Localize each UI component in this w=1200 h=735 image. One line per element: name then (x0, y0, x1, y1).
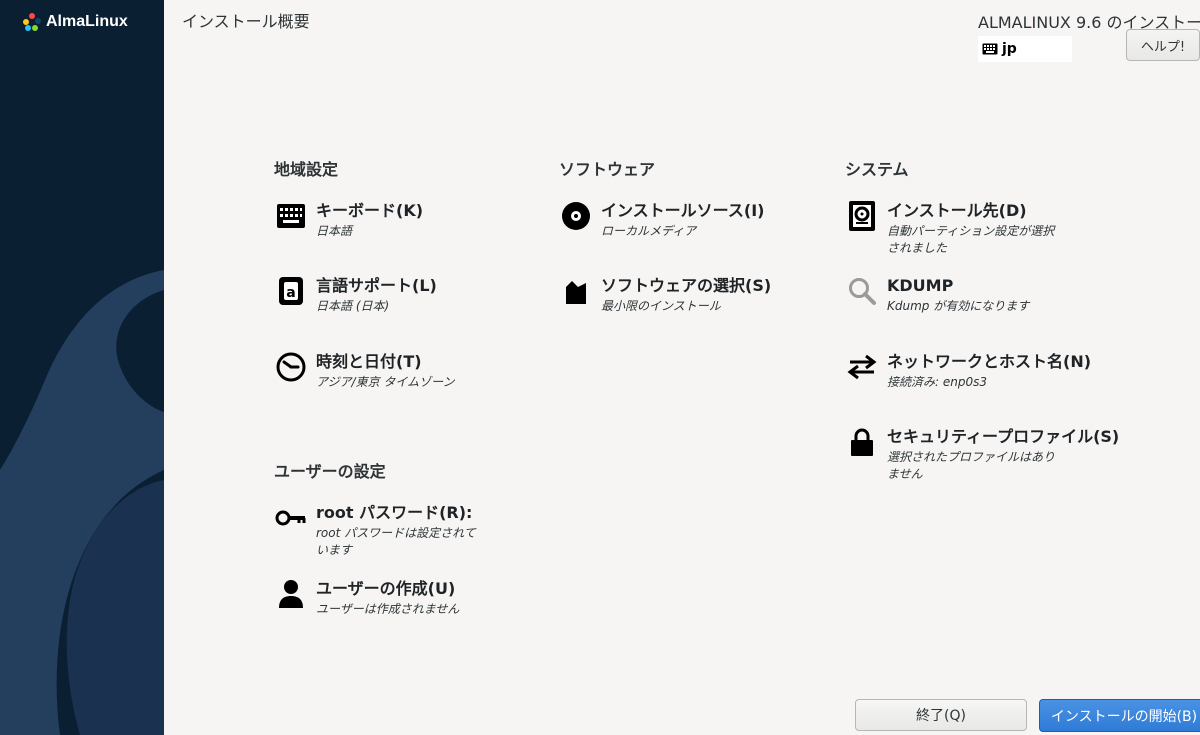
quit-button[interactable]: 終了(Q) (855, 699, 1027, 731)
section-title-system: システム (845, 160, 909, 179)
spoke-status: 日本語 (316, 224, 353, 238)
page-title: インストール概要 (182, 12, 310, 31)
magnifier-icon (845, 274, 879, 308)
spoke-status: 最小限のインストール (601, 299, 721, 313)
sidebar: AlmaLinux (0, 0, 164, 735)
section-title-software: ソフトウェア (559, 160, 656, 179)
spoke-network-hostname[interactable]: ネットワークとホスト名(N) 接続済み: enp0s3 (845, 350, 1091, 391)
spoke-label: KDUMP (887, 276, 954, 295)
begin-installation-button[interactable]: インストールの開始(B) (1039, 699, 1200, 732)
spoke-status: アジア/東京 タイムゾーン (316, 375, 455, 389)
spoke-language-support[interactable]: a 言語サポート(L) 日本語 (日本) (274, 274, 486, 315)
section-title-localization: 地域設定 (274, 160, 339, 179)
spoke-status: Kdump が有効になります (887, 299, 1030, 313)
spoke-status: ローカルメディア (601, 224, 697, 238)
spoke-label: 言語サポート(L) (316, 276, 437, 295)
key-icon (274, 501, 308, 535)
keyboard-icon (982, 43, 998, 55)
keyboard-icon (274, 199, 308, 233)
spoke-label: root パスワード(R): (316, 503, 473, 522)
spoke-label: ユーザーの作成(U) (316, 579, 456, 598)
package-icon (559, 274, 593, 308)
svg-text:a: a (286, 285, 295, 301)
spoke-installation-destination[interactable]: インストール先(D) 自動パーティション設定が選択されました (845, 199, 1057, 257)
spoke-security-profile[interactable]: セキュリティープロファイル(S) 選択されたプロファイルはありません (845, 425, 1119, 483)
language-icon: a (274, 274, 308, 308)
sidebar-swirl-graphic (0, 270, 164, 735)
spoke-label: キーボード(K) (316, 201, 424, 220)
user-icon (274, 577, 308, 611)
spoke-status: 自動パーティション設定が選択されました (887, 224, 1055, 255)
section-title-user: ユーザーの設定 (274, 462, 386, 481)
keyboard-layout-value: jp (1002, 41, 1017, 57)
spoke-software-selection[interactable]: ソフトウェアの選択(S) 最小限のインストール (559, 274, 771, 315)
spoke-label: インストールソース(I) (601, 201, 765, 220)
network-arrows-icon (845, 350, 879, 384)
main-hub: インストール概要 ALMALINUX 9.6 のインストール jp ヘルプ! 地… (164, 0, 1200, 735)
spoke-status: 選択されたプロファイルはありません (887, 450, 1056, 481)
keyboard-layout-indicator[interactable]: jp (978, 36, 1072, 62)
clock-icon (274, 350, 308, 384)
spoke-status: root パスワードは設定されています (316, 526, 476, 557)
spoke-label: インストール先(D) (887, 201, 1027, 220)
disc-icon (559, 199, 593, 233)
almalinux-logo-icon (23, 13, 41, 31)
spoke-kdump[interactable]: KDUMP Kdump が有効になります (845, 274, 1057, 315)
spoke-status: ユーザーは作成されません (316, 602, 460, 616)
harddisk-icon (845, 199, 879, 233)
brand-name: AlmaLinux (46, 13, 128, 30)
spoke-time-date[interactable]: 時刻と日付(T) アジア/東京 タイムゾーン (274, 350, 486, 391)
spoke-user-creation[interactable]: ユーザーの作成(U) ユーザーは作成されません (274, 577, 486, 618)
help-button[interactable]: ヘルプ! (1126, 29, 1200, 61)
brand-logo: AlmaLinux (22, 12, 128, 32)
lock-icon (845, 425, 879, 459)
spoke-keyboard[interactable]: キーボード(K) 日本語 (274, 199, 486, 240)
spoke-label: セキュリティープロファイル(S) (887, 427, 1120, 446)
spoke-installation-source[interactable]: インストールソース(I) ローカルメディア (559, 199, 771, 240)
spoke-label: ネットワークとホスト名(N) (887, 352, 1092, 371)
spoke-status: 日本語 (日本) (316, 299, 390, 313)
spoke-label: ソフトウェアの選択(S) (601, 276, 772, 295)
spoke-root-password[interactable]: root パスワード(R): root パスワードは設定されています (274, 501, 486, 559)
spoke-status: 接続済み: enp0s3 (887, 375, 987, 389)
spoke-label: 時刻と日付(T) (316, 352, 422, 371)
